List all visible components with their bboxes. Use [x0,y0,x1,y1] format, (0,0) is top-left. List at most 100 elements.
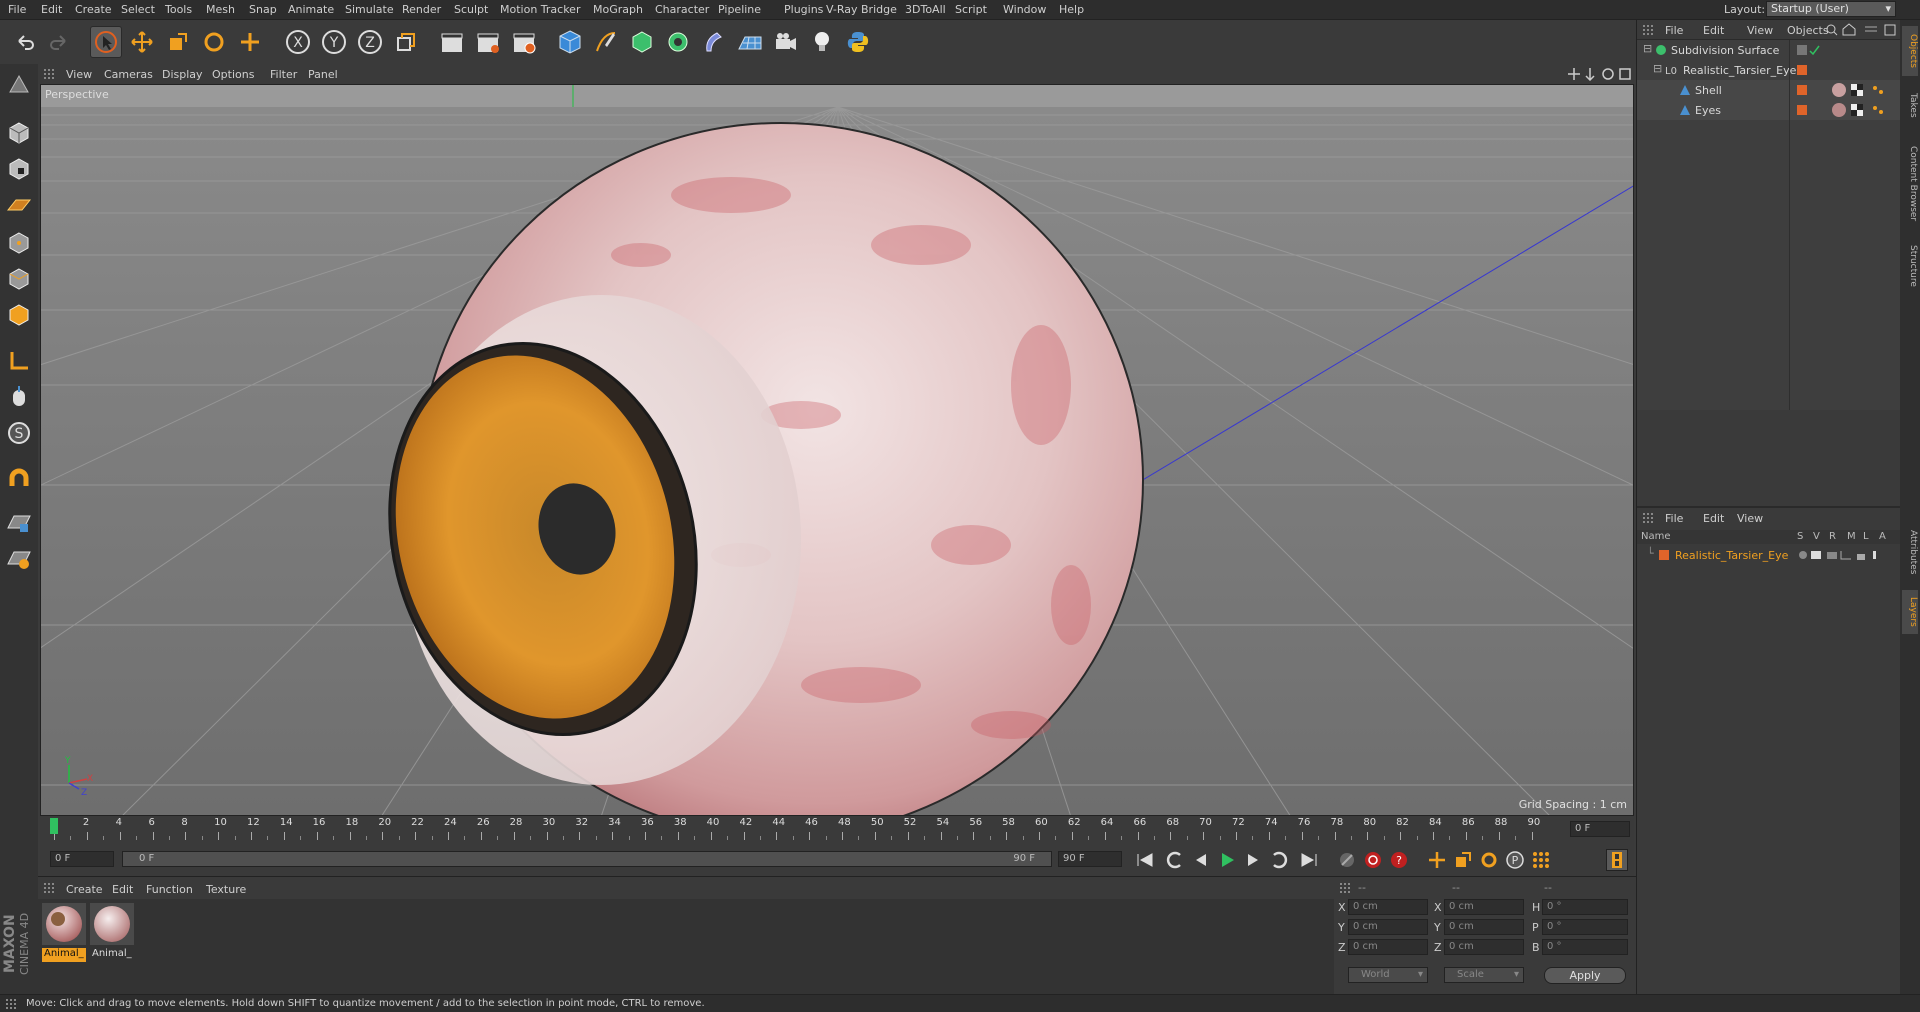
layer-column-v[interactable]: V [1813,531,1820,542]
tab-objects[interactable]: Objects [1902,26,1918,76]
position-field[interactable]: 0 cm [1348,919,1428,935]
viewport-menu-panel[interactable]: Panel [308,68,338,81]
axis-mode-button[interactable] [4,346,34,376]
light-button[interactable] [806,26,838,58]
object-row-eyes[interactable]: Eyes [1637,100,1901,120]
material-menu-edit[interactable]: Edit [112,883,133,896]
menu-script[interactable]: Script [955,3,987,16]
menu-help[interactable]: Help [1059,3,1084,16]
object-manager-menu-edit[interactable]: Edit [1703,24,1724,37]
next-frame-button[interactable] [1242,849,1264,871]
move-tool-button[interactable] [126,26,158,58]
position-field[interactable]: 0 cm [1348,899,1428,915]
tab-structure[interactable]: Structure [1902,236,1918,296]
menu-window[interactable]: Window [1003,3,1046,16]
tab-attributes[interactable]: Attributes [1902,520,1918,584]
scale-key-button[interactable] [1452,849,1474,871]
record-keys-button[interactable] [1336,849,1358,871]
menu-pipeline[interactable]: Pipeline [718,3,761,16]
render-settings-button[interactable] [508,26,540,58]
rotation-field[interactable]: 0 ° [1542,919,1628,935]
undo-button[interactable] [8,26,40,58]
collapse-icon[interactable]: ⊟ [1643,42,1652,55]
menu-simulate[interactable]: Simulate [345,3,394,16]
pen-button[interactable] [590,26,622,58]
rotation-field[interactable]: 0 ° [1542,939,1628,955]
floor-button[interactable] [734,26,766,58]
model-mode-button[interactable] [4,118,34,148]
material-swatch-1[interactable]: Animal_ [42,903,86,962]
lock-workplane-button[interactable] [4,508,34,538]
scale-dropdown[interactable]: Scale ▾ [1444,967,1524,983]
python-button[interactable] [842,26,874,58]
menu-snap[interactable]: Snap [249,3,277,16]
layer-manager-menu-view[interactable]: View [1737,512,1763,525]
world-dropdown[interactable]: World ▾ [1348,967,1428,983]
layer-row[interactable]: └ Realistic_Tarsier_Eye [1637,546,1901,564]
object-manager-menu-view[interactable]: View [1747,24,1773,37]
layer-color-swatch[interactable] [1659,550,1669,560]
position-key-button[interactable] [1426,849,1448,871]
array-button[interactable] [662,26,694,58]
material-swatch-2[interactable]: Animal_ [90,903,134,959]
rotation-key-button[interactable] [1478,849,1500,871]
texture-mode-button[interactable] [4,154,34,184]
frame-range-slider[interactable]: 0 F 90 F [122,851,1052,867]
timeline-end-field[interactable]: 0 F [1570,821,1630,837]
planar-workplane-button[interactable] [4,544,34,574]
keyframe-selection-button[interactable]: ? [1388,849,1410,871]
next-key-button[interactable] [1268,849,1290,871]
y-axis-button[interactable]: Y [318,26,350,58]
layer-column-m[interactable]: M [1847,531,1856,542]
menu-render[interactable]: Render [402,3,441,16]
deformer-button[interactable] [698,26,730,58]
rotation-field[interactable]: 0 ° [1542,899,1628,915]
material-menu-create[interactable]: Create [66,883,103,896]
menu-animate[interactable]: Animate [288,3,334,16]
menu-mesh[interactable]: Mesh [206,3,235,16]
position-field[interactable]: 0 cm [1348,939,1428,955]
render-picture-viewer-button[interactable] [472,26,504,58]
size-field[interactable]: 0 cm [1444,899,1524,915]
viewport-menu-options[interactable]: Options [212,68,254,81]
end-frame-field[interactable]: 90 F [1058,851,1122,867]
z-axis-button[interactable]: Z [354,26,386,58]
apply-button[interactable]: Apply [1544,967,1626,984]
tab-takes[interactable]: Takes [1902,80,1918,130]
play-button[interactable] [1216,849,1238,871]
layer-column-name[interactable]: Name [1641,531,1671,542]
material-menu-function[interactable]: Function [146,883,193,896]
go-to-start-button[interactable] [1134,849,1156,871]
playhead-marker[interactable] [50,818,58,834]
layout-dropdown[interactable]: Startup (User) ▾ [1766,1,1896,17]
menu-select[interactable]: Select [121,3,155,16]
timeline-layout-button[interactable] [1606,849,1628,871]
viewport-menu-display[interactable]: Display [162,68,203,81]
menu-character[interactable]: Character [655,3,709,16]
points-mode-button[interactable] [4,228,34,258]
menu-create[interactable]: Create [75,3,112,16]
menu-motion-tracker[interactable]: Motion Tracker [500,3,580,16]
object-row-realistic-tarsier-eye[interactable]: ⊟ L0 Realistic_Tarsier_Eye [1637,60,1901,80]
autokey-button[interactable] [1362,849,1384,871]
previous-key-button[interactable] [1164,849,1186,871]
menu-mograph[interactable]: MoGraph [593,3,643,16]
object-manager-menu-objects[interactable]: Objects [1787,24,1829,37]
layer-column-r[interactable]: R [1829,531,1836,542]
collapse-icon[interactable]: ⊟ [1653,62,1662,75]
redo-button[interactable] [44,26,76,58]
layer-column-s[interactable]: S [1797,531,1803,542]
viewport-menu-view[interactable]: View [66,68,92,81]
x-axis-button[interactable]: X [282,26,314,58]
size-field[interactable]: 0 cm [1444,919,1524,935]
render-view-button[interactable] [436,26,468,58]
timeline-ruler[interactable]: 0246810121416182022242628303234363840424… [40,816,1634,842]
coord-system-button[interactable] [390,26,422,58]
go-to-end-button[interactable] [1298,849,1320,871]
menu-tools[interactable]: Tools [165,3,192,16]
material-menu-texture[interactable]: Texture [206,883,246,896]
workplane-mode-button[interactable] [4,190,34,220]
viewport-menu-cameras[interactable]: Cameras [104,68,153,81]
object-row-shell[interactable]: Shell [1637,80,1901,100]
camera-button[interactable] [770,26,802,58]
